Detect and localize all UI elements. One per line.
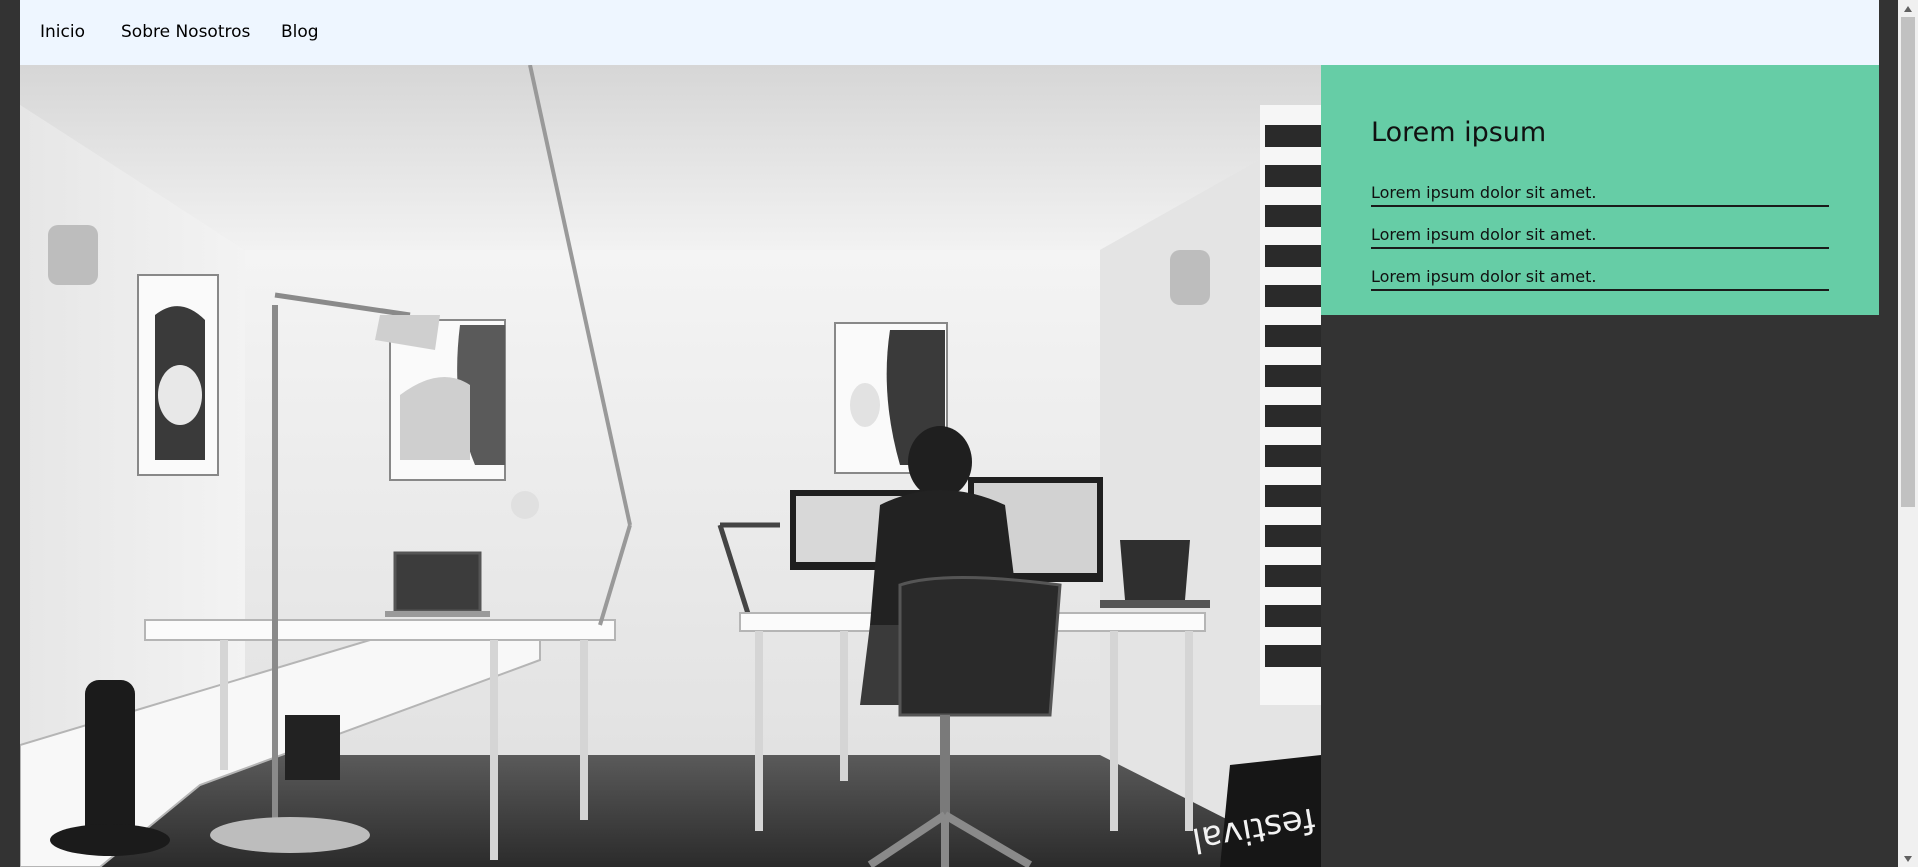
nav-link-inicio[interactable]: Inicio xyxy=(40,22,85,42)
sidebar-item-2[interactable]: Lorem ipsum dolor sit amet. xyxy=(1371,217,1829,249)
sidebar-item-1[interactable]: Lorem ipsum dolor sit amet. xyxy=(1371,175,1829,207)
nav-link-blog[interactable]: Blog xyxy=(281,22,319,42)
sidebar-panel: Lorem ipsum Lorem ipsum dolor sit amet. … xyxy=(1321,65,1879,315)
vertical-scrollbar[interactable] xyxy=(1898,0,1918,867)
top-navbar: Inicio Sobre Nosotros Blog xyxy=(20,0,1879,65)
scroll-down-arrow-icon[interactable] xyxy=(1898,850,1918,867)
scrollbar-thumb[interactable] xyxy=(1901,17,1915,507)
hero-office-photo: festival xyxy=(20,65,1321,867)
sidebar-title: Lorem ipsum xyxy=(1371,117,1547,148)
sidebar-item-3[interactable]: Lorem ipsum dolor sit amet. xyxy=(1371,259,1829,291)
scroll-up-arrow-icon[interactable] xyxy=(1898,0,1918,17)
nav-link-sobre-nosotros[interactable]: Sobre Nosotros xyxy=(121,22,250,42)
office-photo-illustration: festival xyxy=(20,65,1321,867)
page: Inicio Sobre Nosotros Blog festival Lore… xyxy=(20,0,1879,867)
